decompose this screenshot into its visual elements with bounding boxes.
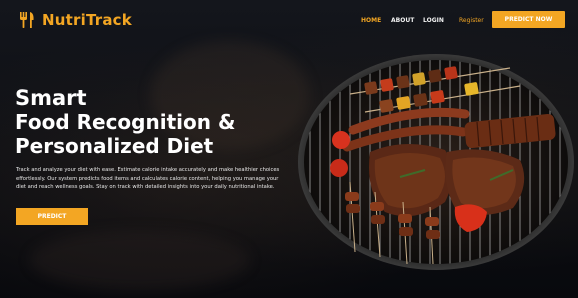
nav-login-link[interactable]: LOGIN bbox=[423, 17, 444, 24]
hero-title-line-1: Smart bbox=[15, 86, 87, 110]
brand-name: NutriTrack bbox=[42, 11, 132, 29]
hero-title-line-3: Personalized Diet bbox=[15, 134, 214, 158]
nav-about-link[interactable]: ABOUT bbox=[391, 17, 414, 24]
predict-button[interactable]: PREDICT bbox=[16, 208, 88, 225]
navbar: NutriTrack HOME ABOUT LOGIN Register PRE… bbox=[0, 0, 578, 40]
hero-title-line-2: Food Recognition & bbox=[15, 110, 236, 134]
landing-page: NutriTrack HOME ABOUT LOGIN Register PRE… bbox=[0, 0, 578, 298]
grill-food-image bbox=[298, 54, 574, 270]
hero-title: Smart Food Recognition & Personalized Di… bbox=[15, 86, 235, 158]
fork-knife-icon bbox=[20, 12, 34, 28]
brand-logo[interactable]: NutriTrack bbox=[17, 10, 132, 30]
background-food-texture bbox=[30, 230, 250, 290]
nav-register-link[interactable]: Register bbox=[459, 17, 484, 24]
hero-description: Track and analyze your diet with ease. E… bbox=[16, 167, 280, 191]
predict-now-button[interactable]: PREDICT NOW bbox=[492, 11, 565, 28]
nav-home-link[interactable]: HOME bbox=[361, 17, 381, 24]
